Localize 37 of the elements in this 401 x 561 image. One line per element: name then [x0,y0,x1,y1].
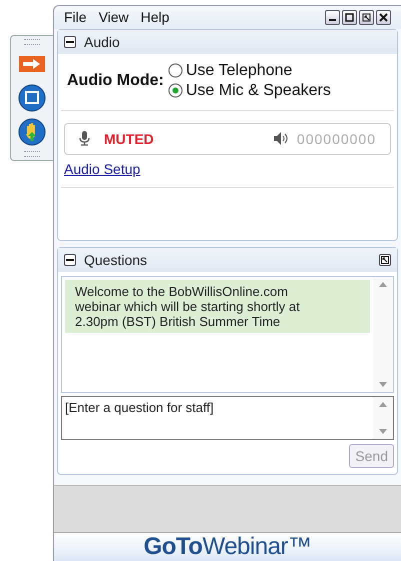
collapse-button[interactable] [64,254,76,266]
close-button[interactable] [376,10,391,25]
detach-button[interactable] [379,254,391,266]
microphone-icon [79,131,90,146]
detach-button[interactable] [359,10,374,25]
product-logo: GoToWebinar™ [144,533,312,561]
mute-status: MUTED [104,130,154,146]
raise-hand-tool[interactable] [17,117,47,147]
scroll-up-icon[interactable] [379,282,387,286]
close-icon [379,12,388,22]
scroll-up-icon[interactable] [379,402,387,406]
scroll-down-icon[interactable] [379,382,387,386]
radio-option[interactable]: Use Mic & Speakers [168,82,331,100]
speaker-icon [274,132,289,145]
menu-item[interactable]: View [98,9,129,26]
scroll-down-icon[interactable] [379,428,387,434]
minus-icon [66,40,74,42]
menu-item[interactable]: Help [140,9,170,26]
minus-icon [66,258,74,260]
window-icon [18,84,46,112]
audio-mode-label: Audio Mode: [67,72,164,90]
panel-title: Audio [84,34,120,50]
maximize-button[interactable] [342,10,357,25]
menu-item[interactable]: File [64,9,87,26]
minimize-icon [329,19,336,22]
detach-icon [362,12,371,22]
minimize-button[interactable] [325,10,340,25]
radio-option[interactable]: Use Telephone [168,62,331,80]
audio-setup-link[interactable]: Audio Setup [64,160,140,176]
audio-pin: 000000000 [296,130,376,146]
screen-tool[interactable] [17,83,47,113]
chat-message: Welcome to the BobWillisOnline.com webinar which will be starting shortly at 2.30pm (BST) British Summer Time [65,280,370,332]
detach-icon [381,256,389,264]
hand-icon [18,118,46,146]
panel-title: Questions [84,252,148,268]
collapse-button[interactable] [64,36,76,48]
maximize-icon [345,12,354,22]
